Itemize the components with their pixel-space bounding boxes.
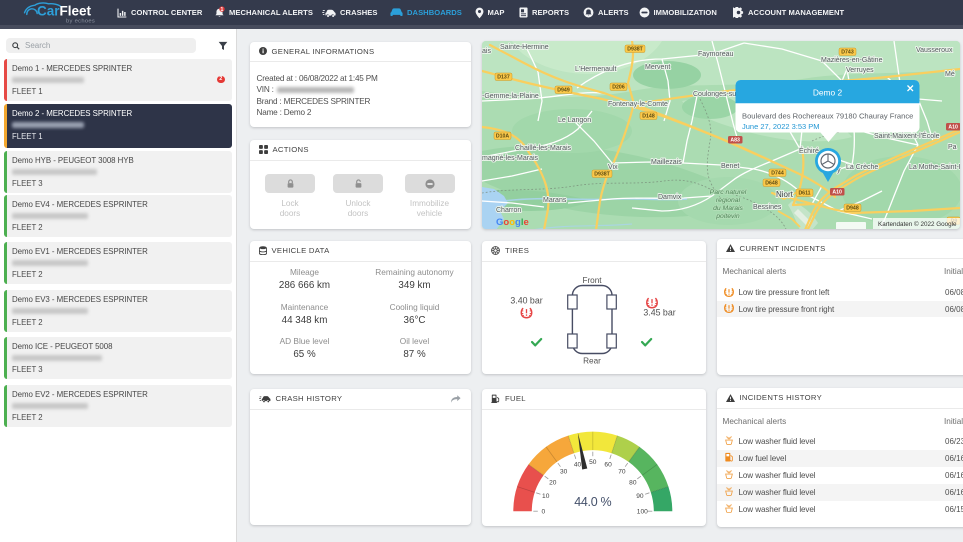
svg-text:Benet: Benet xyxy=(721,163,739,170)
svg-text:D949: D949 xyxy=(557,88,570,94)
svg-text:D206: D206 xyxy=(612,85,625,91)
svg-text:Rear: Rear xyxy=(583,356,601,365)
svg-text:70: 70 xyxy=(618,468,626,475)
svg-text:D938T: D938T xyxy=(594,172,610,178)
svg-text:Le Langon: Le Langon xyxy=(558,117,591,124)
svg-text:A10: A10 xyxy=(948,125,958,131)
svg-text:3.40 bar: 3.40 bar xyxy=(510,295,542,305)
svg-text:Bessines: Bessines xyxy=(753,204,782,211)
svg-text:100: 100 xyxy=(637,508,648,515)
svg-text:Mervent: Mervent xyxy=(645,64,670,71)
svg-text:Charron: Charron xyxy=(496,207,521,214)
svg-text:Niort: Niort xyxy=(776,190,794,199)
svg-text:L'Hermenault: L'Hermenault xyxy=(575,66,616,73)
svg-text:D148: D148 xyxy=(642,114,655,120)
svg-text:Maillezais: Maillezais xyxy=(651,159,682,166)
svg-text:80: 80 xyxy=(629,479,637,486)
svg-text:D938T: D938T xyxy=(627,47,643,53)
svg-text:magné-les-Marais: magné-les-Marais xyxy=(482,155,539,162)
svg-text:44.0 %: 44.0 % xyxy=(574,495,611,509)
svg-text:Fontenay-le-Comte: Fontenay-le-Comte xyxy=(608,101,668,108)
svg-text:20: 20 xyxy=(549,479,557,486)
svg-text:Vausseroux: Vausseroux xyxy=(916,47,953,54)
svg-text:60: 60 xyxy=(604,461,612,468)
svg-text:June 27, 2022 3:53 PM: June 27, 2022 3:53 PM xyxy=(742,122,820,131)
svg-text:10: 10 xyxy=(542,493,550,500)
svg-text:Marans: Marans xyxy=(543,197,567,204)
svg-text:Kartendaten © 2022 Google: Kartendaten © 2022 Google xyxy=(878,220,957,228)
svg-text:Mé: Mé xyxy=(945,71,955,78)
svg-text:ais: ais xyxy=(482,48,491,55)
svg-text:-Gemme-la-Plaine: -Gemme-la-Plaine xyxy=(482,93,539,100)
svg-text:Faymoreau: Faymoreau xyxy=(698,51,734,58)
svg-text:30: 30 xyxy=(560,468,568,475)
svg-text:D744: D744 xyxy=(771,171,784,177)
svg-text:CarFleet: CarFleet xyxy=(37,4,92,19)
svg-text:La Crèche: La Crèche xyxy=(846,164,878,171)
svg-text:poitevin: poitevin xyxy=(715,213,740,220)
svg-text:régional: régional xyxy=(716,197,741,204)
svg-text:D611: D611 xyxy=(798,191,810,197)
svg-text:Mazières-en-Gâtine: Mazières-en-Gâtine xyxy=(821,57,883,64)
svg-text:Échiré: Échiré xyxy=(799,146,819,155)
svg-text:Coulonges-su: Coulonges-su xyxy=(693,91,736,98)
svg-text:Parc naturel: Parc naturel xyxy=(710,189,747,196)
svg-text:A10: A10 xyxy=(832,190,842,196)
svg-text:Boulevard des Rochereaux 79180: Boulevard des Rochereaux 79180 Chauray F… xyxy=(742,112,913,121)
svg-text:40: 40 xyxy=(574,461,582,468)
svg-text:Pa: Pa xyxy=(948,144,957,151)
svg-text:D743: D743 xyxy=(841,50,854,56)
svg-text:by echoes: by echoes xyxy=(66,19,95,25)
svg-text:Demo 2: Demo 2 xyxy=(813,88,843,98)
svg-text:Damvix: Damvix xyxy=(658,194,682,201)
svg-text:Verruyes: Verruyes xyxy=(846,67,874,74)
svg-text:D648: D648 xyxy=(765,181,778,187)
svg-text:90: 90 xyxy=(636,493,644,500)
svg-text:D948: D948 xyxy=(846,206,859,212)
svg-text:Google: Google xyxy=(496,217,529,228)
svg-text:A83: A83 xyxy=(730,138,740,144)
svg-text:50: 50 xyxy=(589,458,597,465)
svg-text:du Marais: du Marais xyxy=(713,205,743,212)
svg-text:Sainte-Hermine: Sainte-Hermine xyxy=(500,44,549,51)
svg-text:Front: Front xyxy=(582,276,602,285)
svg-text:La Mothe-Saint-H: La Mothe-Saint-H xyxy=(909,164,960,171)
svg-text:1: 1 xyxy=(221,7,224,13)
svg-text:D10A: D10A xyxy=(496,134,510,140)
svg-text:D137: D137 xyxy=(497,75,510,81)
svg-text:3.45 bar: 3.45 bar xyxy=(643,307,675,317)
svg-text:Chaillé-les-Marais: Chaillé-les-Marais xyxy=(515,145,572,152)
svg-text:0: 0 xyxy=(541,508,545,515)
